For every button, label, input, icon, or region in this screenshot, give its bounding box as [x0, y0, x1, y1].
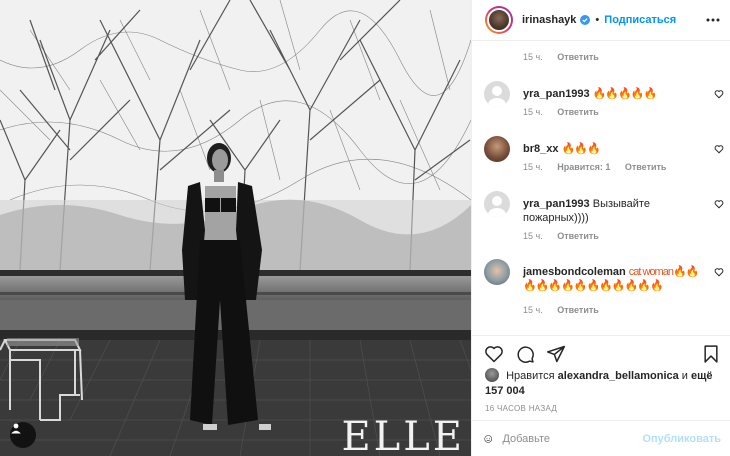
- photo-scene: [0, 0, 471, 456]
- elle-watermark: ELLE: [341, 414, 465, 456]
- comment-like-heart-icon[interactable]: [714, 144, 724, 154]
- comment-username[interactable]: br8_xx: [523, 143, 558, 155]
- comment-item: jamesbondcoleman cat woman🔥🔥🔥🔥🔥🔥🔥🔥🔥🔥🔥🔥🔥 …: [484, 259, 724, 319]
- comment-text: br8_xx 🔥🔥🔥: [523, 142, 708, 156]
- smile-icon[interactable]: [484, 429, 493, 449]
- reply-button[interactable]: Ответить: [557, 107, 599, 117]
- likes-summary: Нравится alexandra_bellamonica и ещё 157…: [485, 368, 725, 399]
- comment-item: yra_pan1993 Вызывайте пожарных)))) 15 ч.…: [484, 191, 724, 245]
- comments-list[interactable]: 15 ч. Ответить yra_pan1993 🔥🔥🔥🔥🔥 15 ч. О…: [472, 41, 730, 335]
- heart-icon[interactable]: [484, 344, 504, 364]
- comment-meta: 15 ч. Ответить: [523, 231, 611, 241]
- liker-avatar[interactable]: [485, 368, 499, 382]
- comment-item: br8_xx 🔥🔥🔥 15 ч. Нравится: 1 Ответить: [484, 136, 724, 180]
- likes-conj: и: [681, 370, 688, 382]
- comment-time: 15 ч.: [523, 162, 543, 172]
- comment-time: 15 ч.: [523, 305, 543, 315]
- comment-time: 15 ч.: [523, 52, 543, 62]
- reply-button[interactable]: Ответить: [557, 52, 599, 62]
- author-avatar[interactable]: [485, 6, 513, 34]
- comment-username[interactable]: yra_pan1993: [523, 198, 590, 210]
- follow-button[interactable]: Подписаться: [604, 14, 676, 26]
- publish-button[interactable]: Опубликовать: [642, 433, 721, 445]
- verified-badge-icon: [580, 15, 591, 25]
- comment-like-heart-icon[interactable]: [714, 267, 724, 277]
- post-photo[interactable]: ELLE: [0, 0, 471, 456]
- comment-avatar[interactable]: [484, 259, 510, 285]
- more-options-icon[interactable]: [705, 12, 721, 28]
- comment-time: 15 ч.: [523, 231, 543, 241]
- comment-meta: 15 ч. Нравится: 1 Ответить: [523, 162, 678, 172]
- comment-meta: 15 ч. Ответить: [523, 52, 611, 62]
- post-header: irinashayk • Подписаться: [472, 0, 730, 41]
- comment-avatar[interactable]: [484, 191, 510, 217]
- comment-text: jamesbondcoleman cat woman🔥🔥🔥🔥🔥🔥🔥🔥🔥🔥🔥🔥🔥: [523, 265, 708, 293]
- comment-text: yra_pan1993 Вызывайте пожарных)))): [523, 197, 708, 225]
- tag-user-icon: [11, 423, 21, 434]
- add-comment-bar: Опубликовать: [472, 420, 730, 456]
- header-separator: •: [595, 14, 600, 26]
- comment-body: 🔥🔥🔥: [561, 143, 601, 155]
- comment-username[interactable]: yra_pan1993: [523, 88, 590, 100]
- comment-avatar[interactable]: [484, 81, 510, 107]
- author-username[interactable]: irinashayk: [522, 14, 576, 26]
- reply-button[interactable]: Ответить: [557, 231, 599, 241]
- comment-body: 🔥🔥🔥🔥🔥: [592, 88, 657, 100]
- comment-time: 15 ч.: [523, 107, 543, 117]
- bookmark-icon[interactable]: [701, 344, 721, 364]
- comment-input[interactable]: [502, 432, 643, 445]
- comment-item: 15 ч. Ответить: [484, 41, 724, 71]
- share-icon[interactable]: [546, 344, 566, 364]
- comment-meta: 15 ч. Ответить: [523, 305, 611, 315]
- comment-username[interactable]: jamesbondcoleman: [523, 266, 626, 278]
- comment-avatar[interactable]: [484, 136, 510, 162]
- tag-user-button[interactable]: [10, 422, 36, 448]
- comment-like-heart-icon[interactable]: [714, 89, 724, 99]
- comment-item: yra_pan1993 🔥🔥🔥🔥🔥 15 ч. Ответить: [484, 81, 724, 125]
- reply-button[interactable]: Ответить: [625, 162, 667, 172]
- post-actions: Нравится alexandra_bellamonica и ещё 157…: [472, 335, 730, 420]
- comment-text: yra_pan1993 🔥🔥🔥🔥🔥: [523, 87, 708, 101]
- comment-icon[interactable]: [515, 344, 535, 364]
- comment-meta: 15 ч. Ответить: [523, 107, 611, 117]
- post-timestamp[interactable]: 16 ЧАСОВ НАЗАД: [485, 404, 557, 413]
- reply-button[interactable]: Ответить: [557, 305, 599, 315]
- comment-likes-count[interactable]: Нравится: 1: [557, 162, 610, 172]
- post-side-panel: irinashayk • Подписаться 15 ч. Ответить …: [471, 0, 730, 456]
- comment-like-heart-icon[interactable]: [714, 199, 724, 209]
- liker-username[interactable]: alexandra_bellamonica: [558, 370, 679, 382]
- likes-prefix: Нравится: [506, 370, 555, 382]
